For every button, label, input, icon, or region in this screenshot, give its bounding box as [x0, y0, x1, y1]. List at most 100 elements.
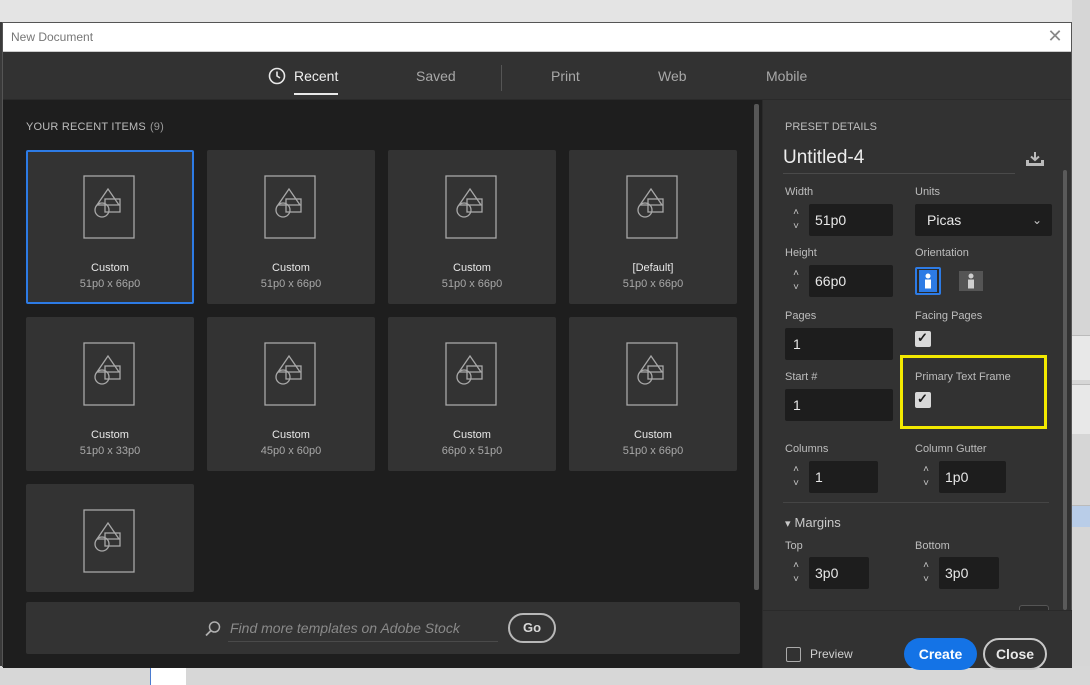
margin-top-input[interactable]: 3p0	[809, 557, 869, 589]
document-preset-icon	[445, 342, 497, 406]
document-preset-icon	[626, 342, 678, 406]
columns-label: Columns	[785, 443, 829, 455]
search-icon	[205, 621, 221, 637]
decrement-icon[interactable]: ˅	[790, 478, 802, 490]
increment-icon[interactable]: ˄	[790, 464, 802, 476]
primary-text-frame-label: Primary Text Frame	[915, 371, 1011, 383]
chevron-down-icon: ⌄	[1031, 213, 1042, 227]
increment-icon[interactable]: ˄	[920, 560, 932, 572]
height-label: Height	[785, 247, 817, 259]
recent-item-card[interactable]: Custom 51p0 x 66p0	[26, 150, 194, 304]
page-edge	[150, 666, 186, 685]
recent-item-size: 51p0 x 66p0	[260, 278, 322, 290]
recent-item-card[interactable]: Custom 51p0 x 66p0	[569, 317, 737, 471]
tab-saved[interactable]: Saved	[416, 68, 456, 84]
recent-item-card[interactable]: Custom 51p0 x 66p0	[388, 150, 556, 304]
preview-checkbox[interactable]	[786, 647, 801, 662]
tab-label: Recent	[294, 68, 339, 84]
columns-stepper: ˄ ˅ 1	[785, 461, 878, 493]
recent-item-size: 45p0 x 60p0	[260, 445, 322, 457]
increment-icon[interactable]: ˄	[920, 464, 932, 476]
pages-input[interactable]: 1	[785, 328, 893, 360]
recent-item-name: Custom	[453, 429, 491, 441]
preset-scrollbar[interactable]	[1063, 170, 1067, 610]
margins-section-toggle[interactable]: ▾ Margins	[785, 515, 841, 530]
tab-label: Print	[551, 68, 580, 84]
facing-pages-checkbox[interactable]: ✓	[915, 330, 931, 347]
margin-top-label: Top	[785, 540, 803, 552]
column-gutter-input[interactable]: 1p0	[939, 461, 1006, 493]
recent-item-card[interactable]: Custom 66p0 x 51p0	[388, 317, 556, 471]
dialog-title: New Document	[11, 30, 94, 44]
clock-icon	[268, 67, 286, 85]
app-top-area	[0, 0, 1090, 22]
recent-item-size: 66p0 x 51p0	[441, 445, 503, 457]
recent-scrollbar[interactable]	[754, 104, 759, 590]
decrement-icon[interactable]: ˅	[790, 574, 802, 586]
recent-item-card[interactable]: Custom 51p0 x 33p0	[26, 317, 194, 471]
recent-heading-text: YOUR RECENT ITEMS	[26, 121, 146, 133]
panel-strip	[1072, 505, 1090, 527]
units-dropdown[interactable]: Picas ⌄	[915, 204, 1052, 236]
stock-search-input[interactable]: Find more templates on Adobe Stock	[228, 614, 498, 642]
increment-icon[interactable]: ˄	[790, 207, 802, 219]
checkmark-icon: ✓	[917, 330, 928, 345]
go-button[interactable]: Go	[508, 613, 556, 643]
recent-item-name: Custom	[91, 262, 129, 274]
tab-print[interactable]: Print	[551, 68, 580, 84]
recent-item-size: 51p0 x 66p0	[79, 278, 141, 290]
close-icon[interactable]: ✕	[1045, 26, 1065, 46]
document-name-field[interactable]: Untitled-4	[783, 147, 1015, 174]
recent-item-card[interactable]: [Default] 51p0 x 66p0	[569, 150, 737, 304]
dialog-footer: Preview Create Close	[763, 610, 1072, 670]
recent-item-name: Custom	[91, 429, 129, 441]
section-divider	[783, 502, 1049, 503]
tab-mobile[interactable]: Mobile	[766, 68, 807, 84]
document-preset-icon	[83, 342, 135, 406]
width-input[interactable]: 51p0	[809, 204, 893, 236]
primary-text-frame-checkbox[interactable]: ✓	[915, 391, 931, 408]
pages-label: Pages	[785, 310, 817, 322]
increment-icon[interactable]: ˄	[790, 560, 802, 572]
save-preset-icon[interactable]	[1024, 150, 1046, 168]
decrement-icon[interactable]: ˅	[920, 478, 932, 490]
portrait-icon	[919, 270, 937, 292]
orientation-label: Orientation	[915, 247, 969, 259]
column-gutter-label: Column Gutter	[915, 443, 987, 455]
preset-details-heading: PRESET DETAILS	[785, 121, 877, 133]
recent-items-pane: YOUR RECENT ITEMS (9) Custom 51p0 x 66p0 Cu…	[3, 100, 762, 668]
recent-item-card[interactable]: Custom 45p0 x 60p0	[207, 317, 375, 471]
recent-item-name: Custom	[634, 429, 672, 441]
document-preset-icon	[264, 175, 316, 239]
tab-recent[interactable]: Recent	[294, 68, 339, 95]
tab-web[interactable]: Web	[658, 68, 687, 84]
portrait-orientation-button[interactable]	[915, 267, 941, 295]
column-gutter-stepper: ˄ ˅ 1p0	[915, 461, 1006, 493]
document-preset-icon	[626, 175, 678, 239]
decrement-icon[interactable]: ˅	[920, 574, 932, 586]
margin-bottom-input[interactable]: 3p0	[939, 557, 999, 589]
recent-item-card[interactable]: Custom 51p0 x 66p0	[207, 150, 375, 304]
width-label: Width	[785, 186, 814, 198]
recent-item-card[interactable]	[26, 484, 194, 592]
tab-label: Mobile	[766, 68, 808, 84]
increment-icon[interactable]: ˄	[790, 268, 802, 280]
recent-item-size: 51p0 x 33p0	[79, 445, 141, 457]
panel-strip	[1072, 384, 1090, 434]
tab-bar: Recent Saved Print Web Mobile	[3, 52, 1071, 100]
create-button[interactable]: Create	[904, 638, 977, 670]
tab-separator	[501, 65, 502, 91]
start-page-input[interactable]: 1	[785, 389, 893, 421]
landscape-orientation-button[interactable]	[957, 267, 983, 295]
close-button[interactable]: Close	[983, 638, 1047, 670]
columns-input[interactable]: 1	[809, 461, 878, 493]
recent-item-size: 51p0 x 66p0	[622, 278, 684, 290]
stock-search-bar: Find more templates on Adobe Stock Go	[26, 602, 740, 654]
decrement-icon[interactable]: ˅	[790, 221, 802, 233]
active-tab-indicator	[294, 93, 339, 95]
decrement-icon[interactable]: ˅	[790, 282, 802, 294]
chevron-down-icon: ▾	[785, 518, 791, 530]
preview-label: Preview	[810, 647, 853, 661]
height-input[interactable]: 66p0	[809, 265, 893, 297]
width-stepper: ˄ ˅ 51p0	[785, 204, 893, 236]
